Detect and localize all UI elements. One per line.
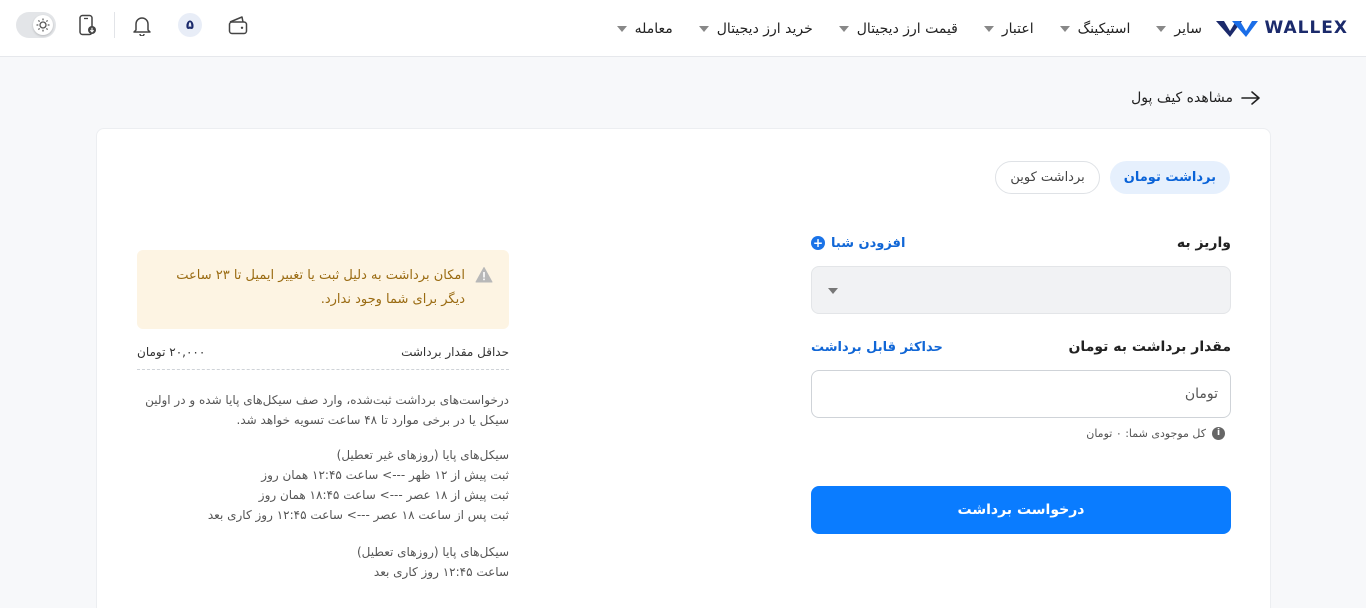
header-divider [114,12,115,38]
amount-row: مقدار برداشت به تومان حداکثر قابل برداشت [811,339,1231,355]
chevron-down-icon [838,25,849,32]
chevron-down-icon [983,25,994,32]
nav-buy-crypto[interactable]: خرید ارز دیجیتال [698,20,813,37]
sun-icon [36,18,50,32]
nav-label: قیمت ارز دیجیتال [856,20,958,37]
view-wallet-link[interactable]: مشاهده کیف پول [1131,90,1261,106]
withdraw-card: برداشت تومان برداشت کوین واریز به افزودن… [96,128,1271,608]
toggle-knob [33,15,53,35]
wallet-icon[interactable] [227,14,249,36]
info-icon: i [1212,427,1225,440]
arrow-right-icon [1241,91,1260,105]
deposit-to-label: واریز به [1176,235,1231,251]
wallex-logo-icon [1216,21,1259,37]
warning-text: امکان برداشت به دلیل ثبت یا تغییر ایمیل … [176,268,465,307]
chevron-down-icon [828,288,838,294]
chevron-down-icon [616,25,627,32]
tab-coin-withdraw[interactable]: برداشت کوین [995,161,1100,194]
max-withdraw-link[interactable]: حداکثر قابل برداشت [811,340,943,355]
withdraw-request-button[interactable]: درخواست برداشت [811,486,1231,534]
nonholiday-cycles: سیکل‌های پایا (روزهای غیر تعطیل) ثبت پیش… [137,445,509,525]
chevron-down-icon [1156,25,1167,32]
add-sheba-label: افزودن شبا [831,235,906,251]
balance-text: کل موجودی شما: ۰ تومان [1086,427,1206,440]
theme-toggle[interactable] [16,12,56,38]
sheba-select[interactable] [811,266,1231,314]
notification-count-badge[interactable]: ۵ [178,13,202,37]
nav-staking[interactable]: استیکینگ [1059,20,1131,37]
deposit-to-row: واریز به افزودن شبا + [811,235,1231,251]
plus-circle-icon: + [811,236,825,250]
tab-toman-withdraw[interactable]: برداشت تومان [1109,161,1230,194]
amount-label: مقدار برداشت به تومان [1068,339,1231,355]
nav-label: سایر [1174,20,1202,37]
add-sheba-link[interactable]: افزودن شبا + [811,236,905,251]
amount-input[interactable] [811,370,1231,418]
cycle-line: ثبت پیش از ۱۲ ظهر ---> ساعت ۱۲:۴۵ همان ر… [261,468,509,482]
nav-credit[interactable]: اعتبار [983,20,1034,37]
main-nav: معامله خرید ارز دیجیتال قیمت ارز دیجیتال… [616,0,1202,57]
holiday-title: سیکل‌های پایا (روزهای تعطیل) [356,545,509,559]
balance-info: i کل موجودی شما: ۰ تومان [1086,427,1225,440]
settlement-description: درخواست‌های برداشت ثبت‌شده، وارد صف سیکل… [145,393,509,427]
warning-icon [475,267,493,283]
min-withdraw-label: حداقل مقدار برداشت [401,345,509,359]
nav-label: اعتبار [1001,20,1034,37]
nav-crypto-price[interactable]: قیمت ارز دیجیتال [838,20,958,37]
view-wallet-label: مشاهده کیف پول [1131,90,1233,106]
chevron-down-icon [1059,25,1070,32]
nav-trade[interactable]: معامله [616,20,673,37]
holiday-cycles: سیکل‌های پایا (روزهای تعطیل) ساعت ۱۲:۴۵ … [137,542,509,582]
nav-other[interactable]: سایر [1156,21,1202,37]
min-withdraw-row: حداقل مقدار برداشت ۲۰,۰۰۰ تومان [137,345,509,370]
nav-label: استیکینگ [1077,20,1131,37]
email-change-warning: امکان برداشت به دلیل ثبت یا تغییر ایمیل … [137,250,509,329]
logo-text: WALLEX [1264,18,1348,38]
min-withdraw-value: ۲۰,۰۰۰ تومان [137,345,206,359]
nav-label: خرید ارز دیجیتال [716,20,813,37]
wallex-logo[interactable]: WALLEX [1216,17,1348,39]
mobile-app-icon[interactable] [76,14,98,36]
nav-label: معامله [634,20,673,37]
chevron-down-icon [698,25,709,32]
nonholiday-title: سیکل‌های پایا (روزهای غیر تعطیل) [336,448,509,462]
withdraw-tabs: برداشت تومان برداشت کوین [995,161,1230,194]
top-header: WALLEX معامله خرید ارز دیجیتال قیمت ارز … [0,0,1366,57]
cycle-line: ساعت ۱۲:۴۵ روز کاری بعد [373,565,509,579]
cycle-line: ثبت پس از ساعت ۱۸ عصر ---> ساعت ۱۲:۴۵ رو… [207,508,509,522]
header-actions: ۵ [16,12,249,38]
cycle-line: ثبت پیش از ۱۸ عصر ---> ساعت ۱۸:۴۵ همان ر… [258,488,509,502]
bell-icon[interactable] [131,14,153,36]
